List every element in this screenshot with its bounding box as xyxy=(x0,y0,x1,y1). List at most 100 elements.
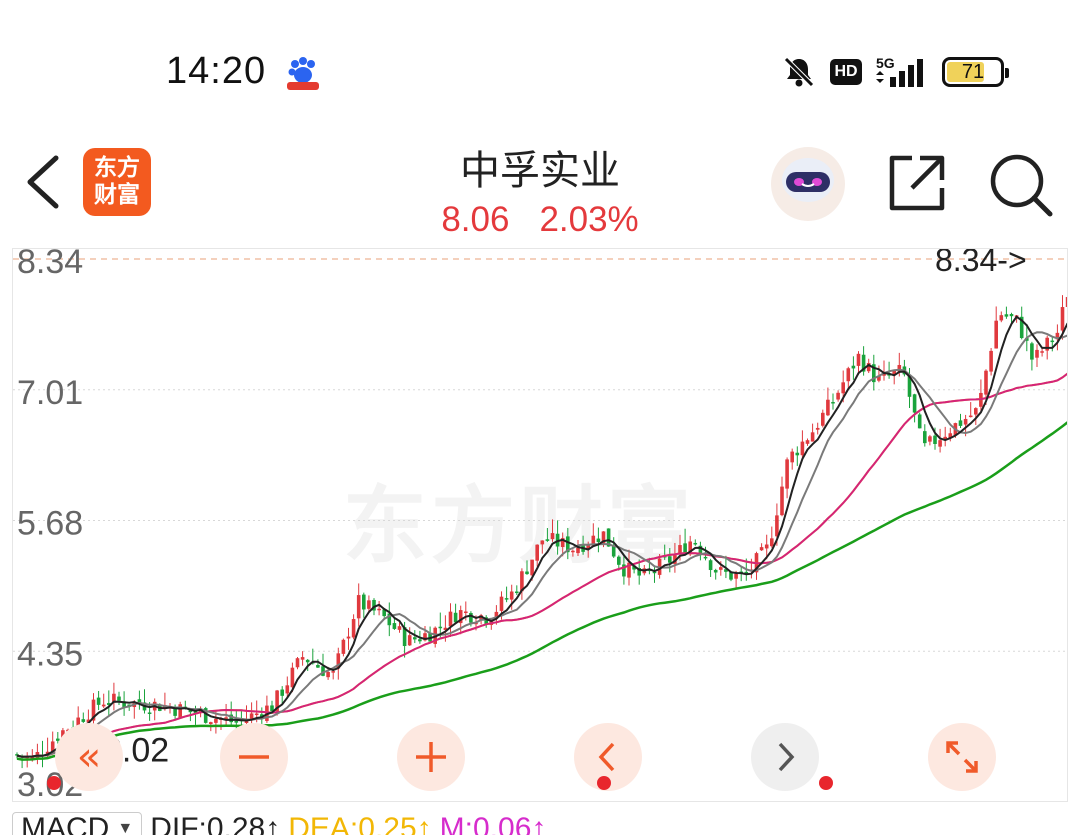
candle-up xyxy=(499,596,504,611)
candle-down xyxy=(668,556,672,563)
candle-up xyxy=(989,350,993,372)
candle-up xyxy=(571,550,575,553)
candle-up xyxy=(759,547,764,551)
candle-down xyxy=(81,719,86,722)
y-axis-label: 8.34 xyxy=(17,249,83,281)
status-time: 14:20 xyxy=(166,50,267,92)
scroll-left-label: « xyxy=(76,734,102,780)
candle-down xyxy=(147,712,152,714)
candle-down xyxy=(851,365,856,369)
stock-header: 东方 财富 中孚实业 8.06 2.03% xyxy=(0,120,1080,248)
battery-icon: 71 xyxy=(942,57,1009,87)
search-icon[interactable] xyxy=(988,152,1054,218)
stock-price: 8.06 xyxy=(441,200,510,239)
hd-icon: HD xyxy=(830,59,862,85)
candle-up xyxy=(326,671,330,678)
candle-down xyxy=(831,401,835,404)
candle-down xyxy=(923,431,927,444)
candle-up xyxy=(530,559,534,576)
ma30-line xyxy=(16,372,1067,758)
candle-up xyxy=(346,636,351,639)
indicator-select[interactable]: MACD ▼ xyxy=(12,812,143,835)
candle-up xyxy=(254,713,259,716)
next-button[interactable] xyxy=(751,723,819,791)
candle-down xyxy=(713,569,718,573)
y-axis-label: 5.68 xyxy=(17,505,83,543)
candle-down xyxy=(958,420,963,426)
candle-up xyxy=(1065,297,1067,307)
candle-up xyxy=(678,545,682,554)
candle-up xyxy=(968,415,973,418)
candle-up xyxy=(999,315,1004,321)
candle-down xyxy=(1050,340,1055,343)
candle-down xyxy=(1004,314,1009,317)
bell-muted-icon xyxy=(784,57,814,87)
candle-up xyxy=(984,370,988,395)
candle-up xyxy=(1035,349,1039,358)
zoom-in-button[interactable] xyxy=(397,723,465,791)
candle-down xyxy=(418,639,422,642)
candle-up xyxy=(290,667,295,688)
y-axis-label: 7.01 xyxy=(17,374,83,412)
candle-up xyxy=(836,392,840,400)
candle-up xyxy=(780,486,784,516)
battery-level: 71 xyxy=(961,60,985,83)
candle-down xyxy=(933,435,937,445)
indicator-bar: MACD ▼ DIF:0.28↑ DEA:0.25↑ M:0.06↑ xyxy=(12,812,1072,835)
candle-up xyxy=(938,440,942,447)
candle-up xyxy=(963,418,968,425)
kline-chart[interactable]: 东方财富 8.347.015.684.353.028.34->3.02 « xyxy=(12,248,1068,802)
candle-up xyxy=(764,544,769,549)
kline-canvas[interactable]: 8.347.015.684.353.028.34->3.02 xyxy=(13,249,1068,802)
candle-up xyxy=(209,722,213,725)
candle-up xyxy=(351,619,356,638)
candle-down xyxy=(708,560,713,571)
indicator-name: MACD xyxy=(21,812,110,835)
candle-up xyxy=(994,320,998,349)
ai-assistant-robot-icon[interactable] xyxy=(770,146,846,222)
high-price-marker: 8.34-> xyxy=(935,249,1027,278)
notification-dot xyxy=(819,776,833,790)
candle-down xyxy=(117,696,121,701)
candle-up xyxy=(856,353,861,366)
candle-up xyxy=(356,595,361,619)
candle-up xyxy=(341,639,346,654)
candle-up xyxy=(397,626,402,630)
candle-down xyxy=(515,591,519,594)
chevron-right-icon xyxy=(778,742,795,772)
candle-up xyxy=(1040,351,1044,353)
share-icon[interactable] xyxy=(886,152,948,214)
y-axis-label: 4.35 xyxy=(17,635,83,673)
candle-up xyxy=(407,635,412,646)
plus-icon xyxy=(416,742,446,772)
zoom-out-button[interactable] xyxy=(220,723,288,791)
candle-down xyxy=(617,556,621,565)
fullscreen-button[interactable] xyxy=(928,723,996,791)
candle-up xyxy=(509,591,514,600)
candle-down xyxy=(917,414,922,429)
candle-down xyxy=(453,612,458,623)
candle-up xyxy=(101,704,106,707)
scroll-left-button[interactable]: « xyxy=(55,723,123,791)
candle-down xyxy=(96,697,101,705)
candle-up xyxy=(734,573,738,579)
candle-up xyxy=(285,685,290,694)
candle-up xyxy=(775,515,779,537)
candle-down xyxy=(413,637,417,640)
candle-up xyxy=(815,427,820,430)
candle-up xyxy=(805,440,810,444)
baidu-app-icon xyxy=(287,57,319,90)
candle-down xyxy=(392,623,397,629)
ma20-line xyxy=(16,372,1067,758)
candle-up xyxy=(928,436,932,442)
candle-up xyxy=(846,368,851,382)
candle-up xyxy=(295,658,300,668)
chevron-left-icon xyxy=(598,742,615,772)
signal-5g-icon: 5G xyxy=(876,55,923,87)
candle-up xyxy=(576,547,580,554)
status-icons: HD 5G 71 xyxy=(782,52,1009,92)
candle-down xyxy=(234,720,239,723)
macd-m-value: M:0.06↑ xyxy=(439,812,547,835)
candle-up xyxy=(841,382,845,394)
candle-down xyxy=(525,571,529,575)
